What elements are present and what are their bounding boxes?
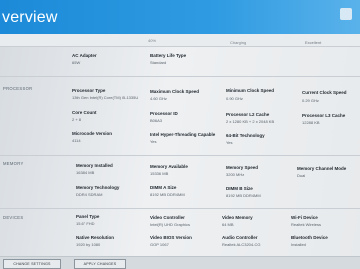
min-clock-value: 0.90 GHz [226,96,243,101]
battery-percent: 40% [148,38,157,43]
devices-section-label: DEVICES [3,215,24,220]
audio-controller-label: Audio Controller [222,235,258,240]
dimm-b-label: DIMM B Size [226,186,253,191]
core-count-value: 2 + 8 [72,117,82,122]
memory-available-label: Memory Available [150,164,188,169]
dimm-b-value: 8192 MB DDR4MM [226,193,261,198]
memory-installed-value: 16384 MB [76,170,95,175]
battery-health: Excellent [305,40,322,45]
dimm-a-label: DIMM A Size [150,185,177,190]
microcode-label: Microcode Version [72,131,113,136]
l2-cache-value: 2 x 1280 KB + 2 x 2048 KB [226,119,275,124]
audio-controller-value: Realtek ALC3204-CG [222,242,261,247]
ac-adapter-value: 65W [72,60,81,65]
memory-technology-value: DDR4 SDRAM [76,192,103,197]
memory-channel-mode-label: Memory Channel Mode [297,166,347,171]
video-controller-label: Video Controller [150,215,185,220]
panel-type-label: Panel Type [76,214,100,219]
page-title: verview [2,9,58,26]
memory-technology-label: Memory Technology [76,185,120,190]
panel-type-value: 15.6" FHD [76,221,95,226]
video-bios-value: GOP 1067 [150,242,169,247]
battery-section: AC Adapter 65W Battery Life Type Standar… [0,46,360,77]
l2-cache-label: Processor L2 Cache [226,112,270,117]
max-clock-value: 4.60 GHz [150,96,167,101]
native-resolution-label: Native Resolution [76,235,115,240]
wifi-device-value: Realtek Wireless [291,222,322,227]
x64-technology-label: 64-Bit Technology [226,133,265,138]
current-clock-value: 0.29 GHz [302,98,319,103]
dimm-a-value: 8192 MB DDR4MM [150,192,185,197]
memory-section-label: MEMORY [3,161,24,166]
memory-speed-label: Memory Speed [226,165,259,170]
x64-technology-value: Yes [226,140,233,145]
wifi-device-label: Wi-Fi Device [291,215,318,220]
memory-available-value: 15336 MB [150,171,169,176]
l3-cache-value: 12288 KB [302,120,320,125]
video-memory-value: 64 MB [222,222,234,227]
processor-type-value: 13th Gen Intel(R) Core(TM) i5-1335U [72,95,139,100]
processor-id-label: Processor ID [150,111,178,116]
bluetooth-device-value: Installed [291,242,306,247]
close-icon[interactable] [340,8,352,20]
bluetooth-device-label: Bluetooth Device [291,235,328,240]
memory-speed-value: 3200 MHz [226,172,245,177]
video-bios-label: Video BIOS Version [150,235,192,240]
memory-installed-label: Memory Installed [76,163,113,168]
microcode-value: 4114 [72,138,81,143]
min-clock-label: Minimum Clock Speed [226,88,275,93]
hyper-threading-label: Intel Hyper-Threading Capable [150,132,216,137]
bottom-action-bar: CHANGE SETTINGS APPLY CHANGES [0,256,360,269]
devices-section: DEVICES Panel Type 15.6" FHD Video Contr… [0,208,360,257]
video-memory-label: Video Memory [222,215,253,220]
hyper-threading-value: Yes [150,139,157,144]
memory-channel-mode-value: Dual [297,173,306,178]
apply-changes-button[interactable]: APPLY CHANGES [74,259,126,269]
processor-section: PROCESSOR Processor Type 13th Gen Intel(… [0,76,360,147]
l3-cache-label: Processor L3 Cache [302,113,346,118]
ac-adapter-label: AC Adapter [72,53,97,58]
battery-life-type-label: Battery Life Type [150,53,187,58]
native-resolution-value: 1920 by 1080 [76,242,101,247]
processor-type-label: Processor Type [72,88,106,93]
battery-status-strip: 40% Charging Excellent [0,34,360,46]
video-controller-value: Intel(R) UHD Graphics [150,222,191,227]
title-bar: verview [0,0,360,34]
max-clock-label: Maximum Clock Speed [150,89,200,94]
processor-id-value: B06A3 [150,118,163,123]
bios-overview-screen: verview 40% Charging Excellent AC Adapte… [0,0,360,269]
change-settings-button[interactable]: CHANGE SETTINGS [3,259,61,269]
processor-section-label: PROCESSOR [3,86,33,91]
battery-state: Charging [230,40,247,45]
battery-life-type-value: Standard [150,60,167,65]
current-clock-label: Current Clock Speed [302,90,347,95]
memory-section: MEMORY Memory Installed 16384 MB Memory … [0,155,360,206]
core-count-label: Core Count [72,110,97,115]
